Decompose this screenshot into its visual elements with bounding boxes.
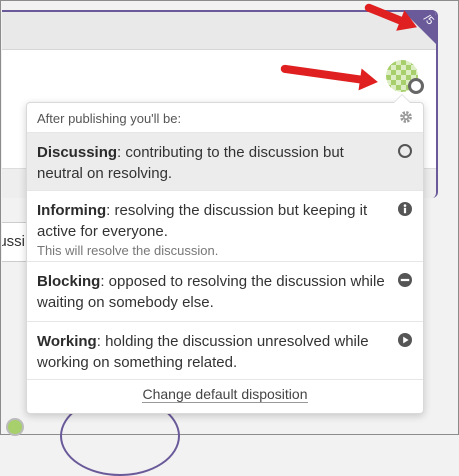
option-informing[interactable]: Informing: resolving the discussion but … (27, 191, 423, 262)
option-note: This will resolve the discussion. (37, 243, 219, 258)
minus-circle-icon (398, 273, 412, 287)
dropdown-header: After publishing you'll be: (27, 103, 423, 133)
option-title: Informing (37, 202, 107, 219)
bottom-avatar[interactable] (6, 418, 24, 436)
option-discussing[interactable]: Discussing: contributing to the discussi… (27, 133, 423, 191)
disposition-status-icon[interactable] (408, 78, 424, 94)
option-title: Discussing (37, 144, 118, 161)
gear-icon[interactable] (399, 110, 413, 124)
option-blocking[interactable]: Blocking: opposed to resolving the discu… (27, 262, 423, 322)
change-default-disposition-link[interactable]: Change default disposition (142, 386, 308, 403)
play-circle-icon (398, 333, 412, 347)
option-title: Blocking (37, 273, 101, 290)
card-header (2, 10, 436, 50)
disposition-dropdown: After publishing you'll be: Discussing: … (26, 94, 424, 414)
discussion-input[interactable]: ussi (2, 222, 28, 262)
option-title: Working (37, 333, 97, 350)
circle-outline-icon (398, 144, 412, 158)
dropdown-footer: Change default disposition (27, 380, 423, 403)
discussion-input-text: ussi (2, 233, 25, 250)
dropdown-header-label: After publishing you'll be: (37, 111, 182, 126)
option-working[interactable]: Working: holding the discussion unresolv… (27, 322, 423, 380)
info-icon (398, 202, 412, 216)
